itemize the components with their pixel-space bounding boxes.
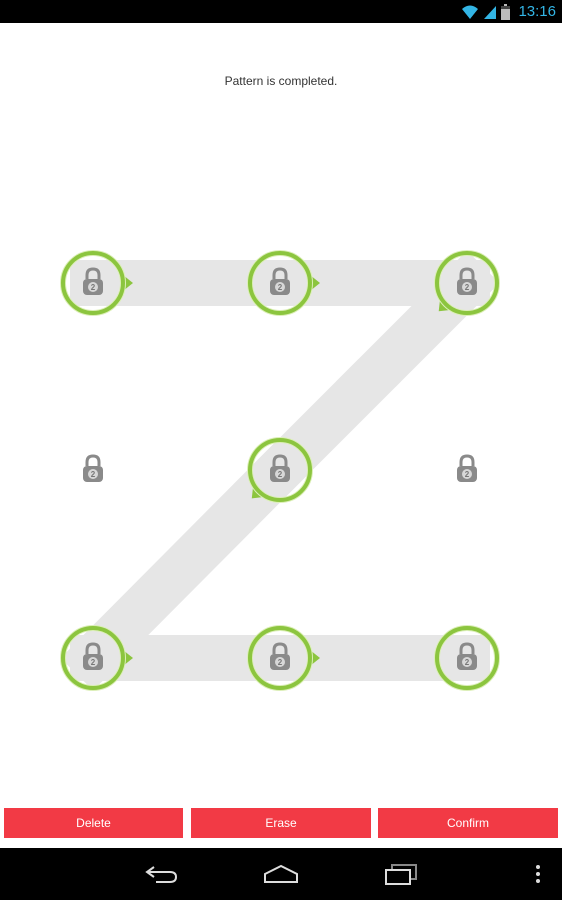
wifi-icon: [462, 5, 479, 19]
home-icon: [264, 864, 298, 883]
signal-icon: [484, 5, 497, 19]
pattern-status-message: Pattern is completed.: [224, 74, 338, 88]
lock-number: 2: [91, 470, 96, 479]
battery-icon: [501, 3, 511, 20]
lock-number: 2: [91, 658, 96, 667]
lock-number: 2: [91, 283, 96, 292]
status-bar: 13:16: [0, 0, 562, 23]
status-icons: 13:16: [461, 0, 556, 23]
pattern-node[interactable]: 2: [83, 454, 103, 482]
pattern-node[interactable]: 2: [457, 454, 477, 482]
status-time: 13:16: [518, 3, 556, 20]
back-icon: [145, 866, 178, 883]
erase-button[interactable]: Erase: [191, 808, 371, 838]
pattern-lock-grid[interactable]: 2 2 2 2 2 2 2 2 2: [0, 230, 562, 700]
recent-apps-button[interactable]: [378, 848, 424, 900]
delete-button[interactable]: Delete: [4, 808, 183, 838]
recent-apps-icon: [385, 864, 417, 885]
menu-icon: [536, 865, 540, 883]
lock-number: 2: [465, 283, 470, 292]
lock-number: 2: [465, 470, 470, 479]
lock-icon: 2: [83, 454, 103, 482]
home-button[interactable]: [258, 848, 304, 900]
action-buttons-bar: Delete Erase Confirm: [0, 808, 562, 838]
lock-icon: 2: [457, 454, 477, 482]
back-button[interactable]: [136, 848, 186, 900]
confirm-button[interactable]: Confirm: [378, 808, 558, 838]
navigation-bar: [0, 848, 562, 900]
pattern-canvas[interactable]: 2 2 2 2 2 2 2 2 2: [0, 230, 562, 700]
lock-number: 2: [278, 470, 283, 479]
lock-number: 2: [465, 658, 470, 667]
menu-button[interactable]: [528, 848, 548, 900]
lock-number: 2: [278, 658, 283, 667]
lock-number: 2: [278, 283, 283, 292]
